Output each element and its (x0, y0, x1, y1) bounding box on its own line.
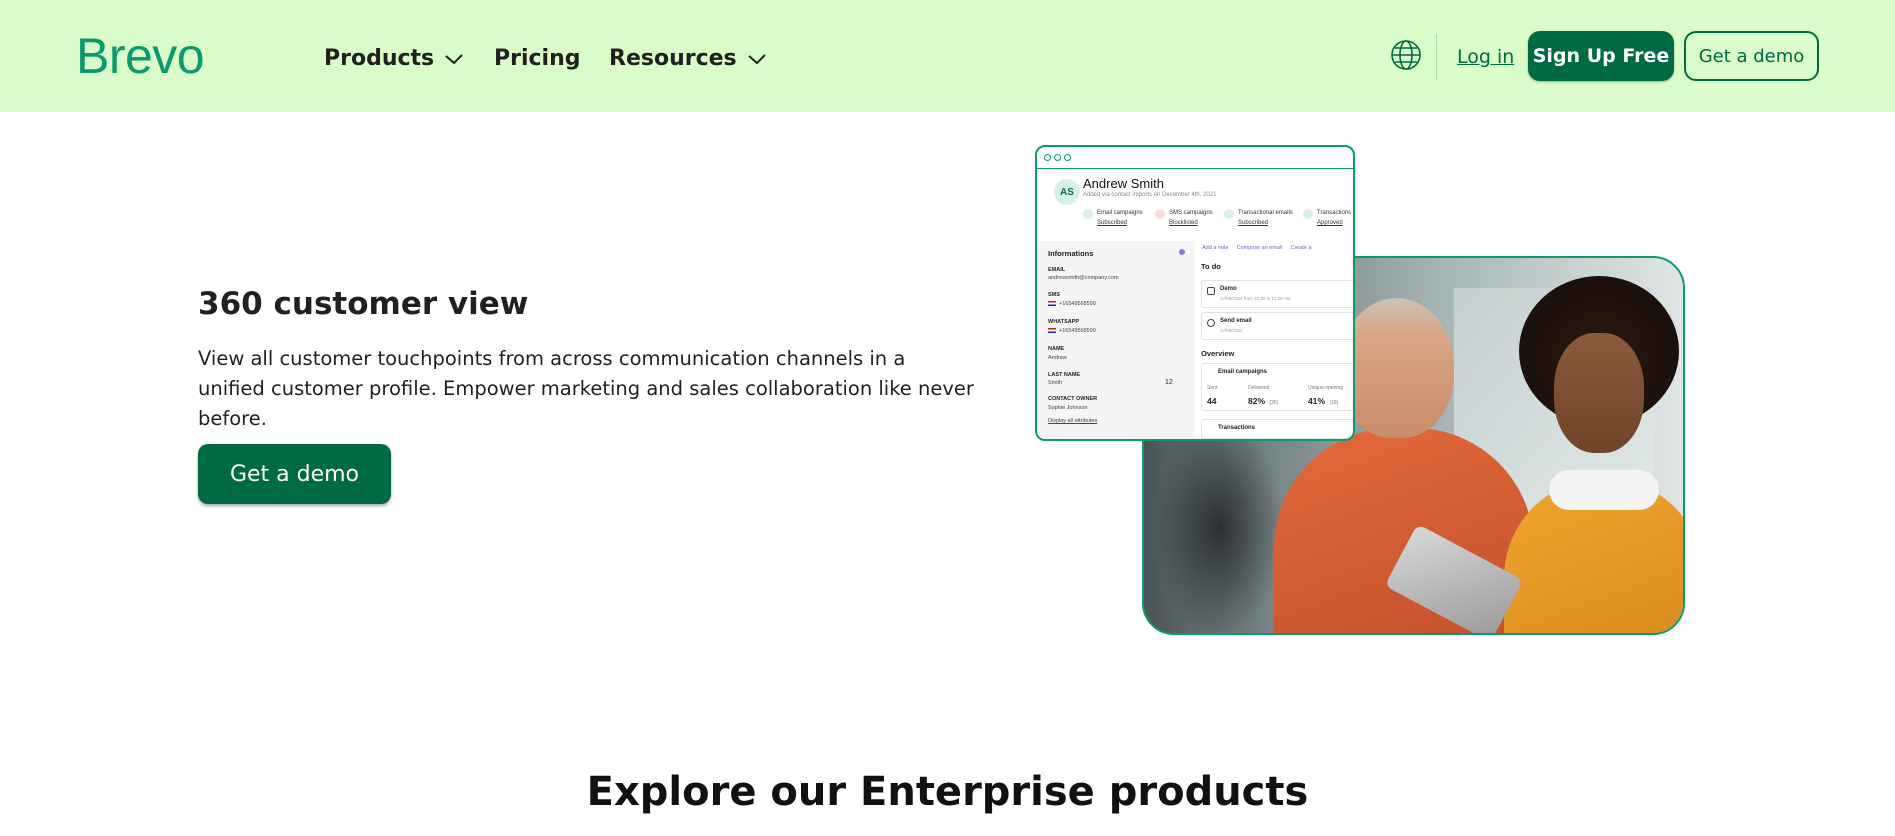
email-icon (1083, 209, 1093, 219)
stat-delivered: Delivered 82% (35) (1248, 385, 1278, 409)
channel-transactional-emails: Transactional emails Subscribed (1224, 208, 1293, 228)
top-navigation-bar: Brevo Products Pricing Resources Log in … (0, 0, 1895, 112)
field-value: +16549568599 (1059, 301, 1096, 307)
field-value: Andrew (1048, 355, 1067, 361)
nav-pricing[interactable]: Pricing (494, 44, 581, 74)
stat-sent: Sent 44 (1207, 385, 1217, 409)
channel-status: Blocklisted (1169, 220, 1198, 226)
stat-value: 41% (1308, 396, 1326, 406)
create-action[interactable]: Create a (1290, 245, 1311, 251)
window-dot (1044, 154, 1051, 161)
todo-title: To do (1201, 262, 1221, 271)
contact-subtitle: Added via contact imports on December 4t… (1083, 192, 1217, 198)
window-dot (1054, 154, 1061, 161)
window-controls (1037, 147, 1353, 169)
whatsapp-icon (1303, 209, 1313, 219)
field-label: EMAIL (1048, 267, 1066, 273)
todo-label: Demo (1220, 286, 1237, 292)
chevron-down-icon (445, 54, 463, 65)
add-note-action[interactable]: Add a note (1202, 245, 1229, 251)
field-value: andrewsmith@company.com (1048, 275, 1119, 281)
channel-sms-campaigns: SMS campaigns Blocklisted (1155, 208, 1213, 228)
channel-label: SMS campaigns (1169, 210, 1213, 216)
photo-background-person (1154, 418, 1284, 633)
todo-sub: 17/09/2022 from 10:30 to 11:00 AM (1220, 296, 1291, 301)
nav-products-label: Products (324, 46, 435, 71)
email-campaigns-overview: Email campaigns Sent 44 Delivered 82% (3… (1201, 363, 1353, 411)
contact-name: Andrew Smith (1083, 176, 1164, 191)
stat-extra: (18) (1329, 400, 1339, 406)
nav-products[interactable]: Products (324, 44, 464, 74)
us-flag-icon (1048, 328, 1056, 334)
sms-icon (1155, 209, 1165, 219)
display-all-attributes-link[interactable]: Display all attributes (1048, 418, 1097, 424)
check-circle-icon (1207, 319, 1215, 327)
avatar: AS (1054, 179, 1080, 205)
overview-title: Overview (1201, 349, 1235, 358)
stat-key: Sent (1207, 385, 1218, 391)
stat-value: 44 (1207, 396, 1217, 406)
informations-title: Informations (1048, 249, 1094, 258)
stat-extra: (35) (1269, 400, 1279, 406)
transactions-row: Transactions (1201, 419, 1353, 439)
nav-pricing-label: Pricing (494, 46, 581, 71)
todo-sub: 17/09/2022 (1220, 328, 1243, 333)
field-label: CONTACT OWNER (1048, 396, 1098, 402)
channel-status: Subscribed (1097, 220, 1128, 226)
field-value-sms: +16549568599 (1048, 301, 1096, 307)
sign-up-button[interactable]: Sign Up Free (1528, 31, 1674, 81)
section-description: View all customer touchpoints from acros… (198, 347, 974, 430)
overview-label: Email campaigns (1218, 369, 1268, 375)
header-divider (1436, 34, 1437, 80)
calendar-icon (1207, 287, 1215, 295)
photo-man-head (1339, 298, 1454, 438)
stat-unique-opening: Unique opening 41% (18) (1308, 385, 1343, 409)
compose-email-action[interactable]: Compose an email (1237, 245, 1283, 251)
us-flag-icon (1048, 301, 1056, 307)
channel-label: Transactional emails (1238, 210, 1293, 216)
photo-woman-collar (1549, 470, 1659, 510)
field-value: Sophie Johnson (1048, 405, 1088, 411)
get-demo-button[interactable]: Get a demo (198, 444, 391, 504)
todo-label: Send email (1220, 318, 1252, 324)
header-get-demo-button[interactable]: Get a demo (1684, 31, 1819, 81)
login-link[interactable]: Log in (1457, 43, 1514, 71)
stat-key: Unique opening (1308, 385, 1344, 391)
field-value: +16549568599 (1059, 328, 1096, 334)
transactional-email-icon (1224, 209, 1234, 219)
stat-key: Delivered (1248, 385, 1270, 391)
todo-item: Send email 17/09/2022 (1201, 312, 1353, 340)
nav-resources-label: Resources (609, 46, 737, 71)
window-dot (1064, 154, 1071, 161)
contact-actions: Add a note Compose an email Create a (1202, 245, 1312, 251)
channel-status: Approved (1317, 220, 1343, 226)
field-label: NAME (1048, 346, 1065, 352)
section-title: 360 customer view (198, 286, 529, 322)
field-value-whatsapp: +16549568599 (1048, 328, 1096, 334)
settings-icon (1179, 249, 1185, 255)
channel-label: Email campaigns (1097, 210, 1143, 216)
field-label: WHATSAPP (1048, 319, 1080, 325)
channel-email-campaigns: Email campaigns Subscribed (1083, 208, 1143, 228)
field-label: LAST NAME (1048, 372, 1081, 378)
chevron-down-icon (747, 54, 766, 65)
explore-section-title: Explore our Enterprise products (586, 769, 1309, 815)
field-value: Smith (1048, 380, 1063, 386)
stat-value: 82% (1248, 396, 1266, 406)
channel-transactions: Transactions Approved (1303, 208, 1352, 228)
last-name-count: 12 (1165, 379, 1173, 386)
brevo-logo[interactable]: Brevo (76, 28, 205, 84)
field-label: SMS (1048, 292, 1060, 298)
nav-resources[interactable]: Resources (609, 44, 767, 74)
globe-icon[interactable] (1390, 39, 1422, 71)
channel-label: Transactions (1317, 210, 1352, 216)
photo-woman-face (1554, 333, 1644, 453)
contact-profile-card: AS Andrew Smith Added via contact import… (1035, 145, 1355, 441)
channel-status: Subscribed (1238, 220, 1269, 226)
todo-item: Demo 17/09/2022 from 10:30 to 11:00 AM (1201, 280, 1353, 308)
